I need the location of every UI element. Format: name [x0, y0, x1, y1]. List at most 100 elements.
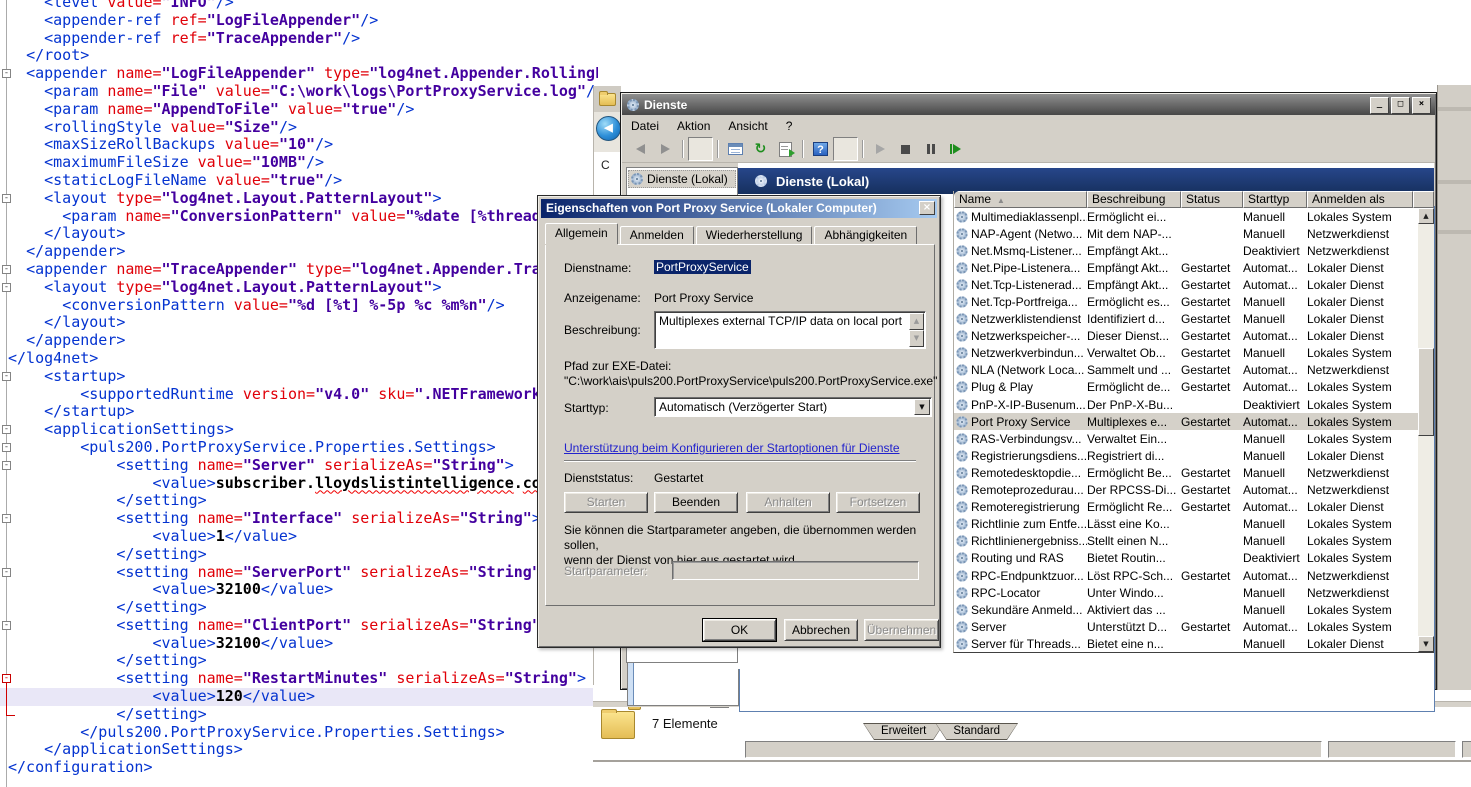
code-line[interactable]: <appender-ref ref="TraceAppender"/>: [0, 30, 598, 48]
code-line[interactable]: </log4net>: [0, 350, 598, 368]
code-line[interactable]: <value>120</value>: [0, 688, 598, 706]
table-row[interactable]: Multimediaklassenpl...Ermöglicht ei...Ma…: [954, 208, 1418, 225]
tab-erweitert[interactable]: Erweitert: [863, 723, 944, 740]
column-header-status[interactable]: Status: [1181, 191, 1243, 208]
code-line[interactable]: <staticLogFileName value="true"/>: [0, 172, 598, 190]
dropdown-arrow-icon[interactable]: ▼: [914, 399, 930, 415]
code-line[interactable]: <param name="File" value="C:\work\logs\P…: [0, 83, 598, 101]
tab-abhaengigkeiten[interactable]: Abhängigkeiten: [814, 226, 917, 244]
properties-button[interactable]: [723, 137, 748, 161]
starttyp-dropdown[interactable]: Automatisch (Verzögerter Start) ▼: [654, 397, 932, 417]
xml-code-editor[interactable]: ------------ <level value="INFO"/> <appe…: [0, 0, 598, 787]
column-header-anmelden-als[interactable]: Anmelden als: [1307, 191, 1413, 208]
table-row[interactable]: NAP-Agent (Netwo...Mit dem NAP-...Manuel…: [954, 225, 1418, 242]
menu-datei[interactable]: Datei: [622, 117, 668, 135]
maximize-button[interactable]: □: [1391, 97, 1410, 114]
back-button[interactable]: [628, 137, 653, 161]
code-line[interactable]: <applicationSettings>: [0, 421, 598, 439]
table-row[interactable]: Net.Tcp-Listenerad...Empfängt Akt...Gest…: [954, 276, 1418, 293]
code-line[interactable]: <conversionPattern value="%d [%t] %-5p %…: [0, 297, 598, 315]
scroll-up-button[interactable]: ▲: [1418, 208, 1434, 224]
tab-anmelden[interactable]: Anmelden: [620, 226, 694, 244]
code-line[interactable]: <supportedRuntime version="v4.0" sku=".N…: [0, 386, 598, 404]
table-row[interactable]: Plug & PlayErmöglicht de...GestartetAuto…: [954, 379, 1418, 396]
code-line[interactable]: <param name="ConversionPattern" value="%…: [0, 208, 598, 226]
fold-marker-icon[interactable]: -: [2, 461, 11, 470]
code-line[interactable]: </root>: [0, 47, 598, 65]
show-action-pane-button[interactable]: [833, 137, 858, 161]
table-row[interactable]: NLA (Network Loca...Sammelt und ...Gesta…: [954, 362, 1418, 379]
code-line[interactable]: <startup>: [0, 368, 598, 386]
scrollbar-thumb[interactable]: [1418, 348, 1434, 436]
code-line[interactable]: <setting name="ServerPort" serializeAs="…: [0, 564, 598, 582]
help-button[interactable]: ?: [808, 137, 833, 161]
startoptionen-help-link[interactable]: Unterstützung beim Konfigurieren der Sta…: [564, 441, 900, 455]
table-row[interactable]: Sekundäre Anmeld...Aktiviert das ...Manu…: [954, 601, 1418, 618]
fold-marker-icon[interactable]: -: [2, 283, 11, 292]
table-row[interactable]: Net.Tcp-Portfreiga...Ermöglicht es...Ges…: [954, 293, 1418, 310]
code-line[interactable]: <value>subscriber.lloydslistintelligence…: [0, 475, 598, 493]
tree-item-dienste-lokal[interactable]: Dienste (Lokal): [628, 170, 736, 188]
table-row[interactable]: Net.Pipe-Listenera...Empfängt Akt...Gest…: [954, 259, 1418, 276]
menu-ansicht[interactable]: Ansicht: [719, 117, 776, 135]
fold-marker-icon[interactable]: -: [2, 568, 11, 577]
beenden-button[interactable]: Beenden: [654, 492, 738, 513]
scroll-up-button[interactable]: ▲: [909, 313, 924, 330]
code-line[interactable]: <setting name="Interface" serializeAs="S…: [0, 510, 598, 528]
table-row[interactable]: Port Proxy ServiceMultiplexes e...Gestar…: [954, 413, 1418, 430]
scroll-down-button[interactable]: ▼: [909, 330, 924, 347]
table-row[interactable]: Netzwerkverbindun...Verwaltet Ob...Gesta…: [954, 345, 1418, 362]
table-row[interactable]: NetzwerklistendienstIdentifiziert d...Ge…: [954, 311, 1418, 328]
code-line[interactable]: </setting>: [0, 546, 598, 564]
fold-marker-icon[interactable]: -: [2, 265, 11, 274]
code-line[interactable]: <setting name="Server" serializeAs="Stri…: [0, 457, 598, 475]
code-line[interactable]: <puls200.PortProxyService.Properties.Set…: [0, 439, 598, 457]
column-header-name[interactable]: Name▲: [954, 191, 1087, 208]
fold-marker-icon[interactable]: -: [2, 425, 11, 434]
column-header-beschreibung[interactable]: Beschreibung: [1087, 191, 1181, 208]
table-row[interactable]: Net.Msmq-Listener...Empfängt Akt...Deakt…: [954, 242, 1418, 259]
code-line[interactable]: <rollingStyle value="Size"/>: [0, 119, 598, 137]
code-line[interactable]: <param name="AppendToFile" value="true"/…: [0, 101, 598, 119]
table-row[interactable]: RemoteregistrierungErmöglicht Re...Gesta…: [954, 499, 1418, 516]
pause-service-button[interactable]: [918, 137, 943, 161]
forward-button[interactable]: [653, 137, 678, 161]
code-line[interactable]: </applicationSettings>: [0, 741, 598, 759]
fold-marker-icon[interactable]: -: [2, 674, 11, 683]
table-row[interactable]: PnP-X-IP-Busenum...Der PnP-X-Bu...Deakti…: [954, 396, 1418, 413]
fold-marker-icon[interactable]: -: [2, 194, 11, 203]
tab-standard[interactable]: Standard: [935, 723, 1018, 740]
explorer-back-button[interactable]: ◀: [596, 116, 621, 141]
code-line[interactable]: <value>1</value>: [0, 528, 598, 546]
ok-button[interactable]: OK: [703, 619, 776, 641]
tab-wiederherstellung[interactable]: Wiederherstellung: [696, 226, 813, 244]
fold-marker-icon[interactable]: -: [2, 443, 11, 452]
code-line[interactable]: <appender name="LogFileAppender" type="l…: [0, 65, 598, 83]
start-service-button[interactable]: [868, 137, 893, 161]
table-row[interactable]: ServerUnterstützt D...GestartetAutomat..…: [954, 618, 1418, 635]
starten-button[interactable]: Starten: [564, 492, 648, 513]
startparameter-input[interactable]: [672, 561, 919, 580]
stop-service-button[interactable]: [893, 137, 918, 161]
code-line[interactable]: <value>32100</value>: [0, 581, 598, 599]
code-line[interactable]: <appender name="TraceAppender" type="log…: [0, 261, 598, 279]
fold-marker-icon[interactable]: -: [2, 621, 11, 630]
table-row[interactable]: RPC-Endpunktzuor...Löst RPC-Sch...Gestar…: [954, 567, 1418, 584]
uebernehmen-button[interactable]: Übernehmen: [864, 619, 939, 641]
code-line[interactable]: <layout type="log4net.Layout.PatternLayo…: [0, 279, 598, 297]
table-row[interactable]: Richtlinienergebniss...Stellt einen N...…: [954, 533, 1418, 550]
refresh-button[interactable]: ↻: [748, 137, 773, 161]
export-list-button[interactable]: [773, 137, 798, 161]
code-line[interactable]: <setting name="RestartMinutes" serialize…: [0, 670, 598, 688]
code-line[interactable]: <maxSizeRollBackups value="10"/>: [0, 136, 598, 154]
table-row[interactable]: Richtlinie zum Entfe...Lässt eine Ko...M…: [954, 516, 1418, 533]
restart-service-button[interactable]: [943, 137, 968, 161]
list-scrollbar[interactable]: ▲ ▼: [1418, 208, 1434, 652]
dienstname-value[interactable]: PortProxyService: [654, 260, 751, 274]
column-header-starttyp[interactable]: Starttyp: [1243, 191, 1307, 208]
code-line[interactable]: </configuration>: [0, 759, 598, 777]
beschreibung-field[interactable]: Multiplexes external TCP/IP data on loca…: [654, 311, 926, 349]
tab-allgemein[interactable]: Allgemein: [545, 223, 618, 244]
table-row[interactable]: Routing und RASBietet Routin...Deaktivie…: [954, 550, 1418, 567]
code-line[interactable]: </layout>: [0, 314, 598, 332]
